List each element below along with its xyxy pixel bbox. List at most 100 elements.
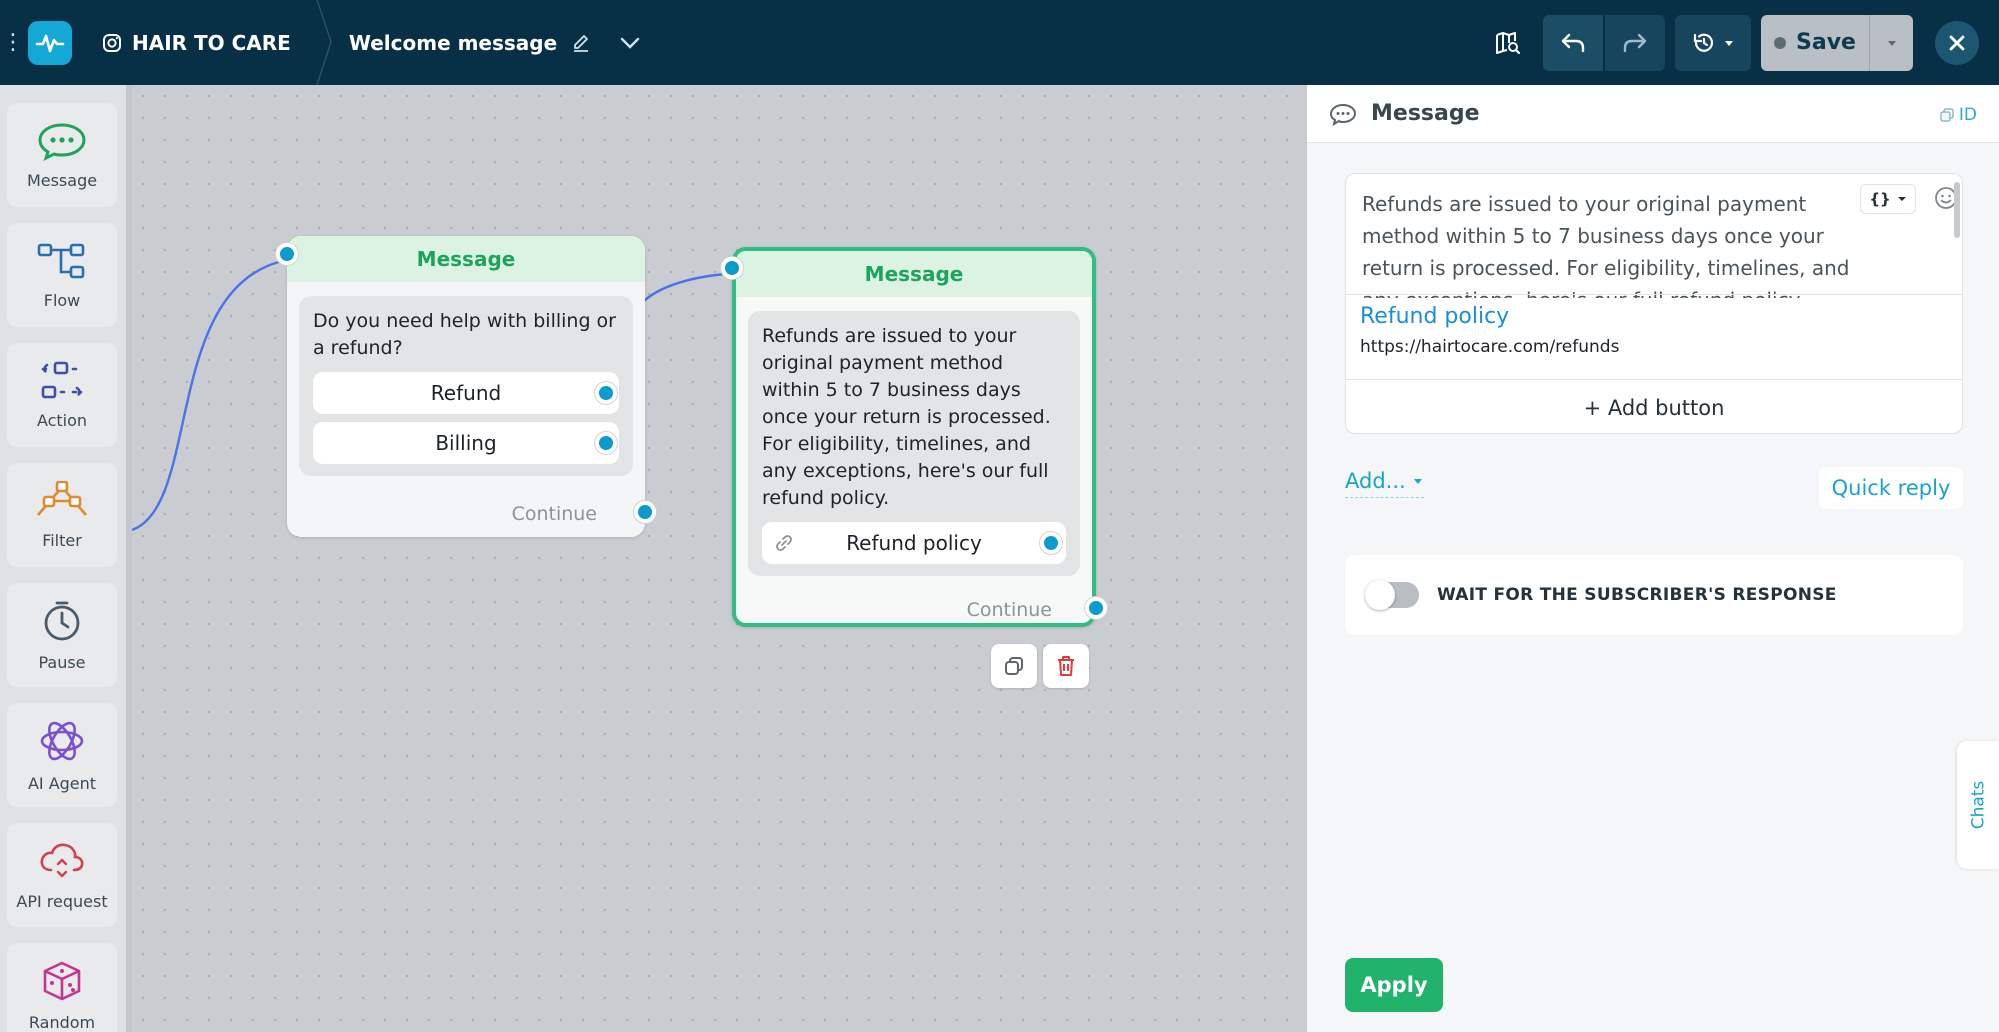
map-search-icon: [1496, 31, 1521, 54]
chats-side-tab[interactable]: Chats: [1957, 741, 1999, 869]
clock-icon: [44, 601, 80, 640]
caret-down-icon: [1725, 40, 1733, 46]
tool-api-request[interactable]: API request: [7, 823, 117, 927]
node-title: Message: [736, 251, 1092, 297]
insert-variable-button[interactable]: {}: [1860, 184, 1916, 214]
api-cloud-icon: [40, 843, 84, 877]
account-breadcrumb[interactable]: HAIR TO CARE: [102, 31, 291, 55]
toggle-knob: [1365, 580, 1395, 610]
node-button-refund[interactable]: Refund: [313, 372, 619, 414]
continue-output-port[interactable]: [1085, 597, 1107, 619]
caret-down-icon: [1897, 197, 1906, 201]
panel-title: Message: [1371, 101, 1480, 126]
node-title: Message: [287, 236, 645, 282]
message-node-refund-info[interactable]: Message Refunds are issued to your origi…: [721, 247, 1107, 627]
history-icon: [1693, 33, 1714, 52]
action-icon: [41, 361, 83, 398]
add-label: Add...: [1345, 469, 1406, 493]
chevron-down-icon[interactable]: [619, 36, 641, 50]
input-port[interactable]: [721, 257, 743, 279]
save-options-button[interactable]: [1869, 14, 1913, 71]
output-port[interactable]: [1040, 532, 1062, 554]
tool-ai-agent[interactable]: AI Agent: [7, 703, 117, 807]
flow-title: Welcome message: [349, 31, 641, 55]
connection-line-incoming: [132, 258, 288, 532]
tool-label: Action: [36, 410, 88, 430]
copy-id-button[interactable]: ID: [1939, 105, 1977, 125]
save-button[interactable]: Save: [1761, 15, 1869, 71]
copy-icon: [1005, 657, 1023, 675]
account-name: HAIR TO CARE: [132, 30, 291, 55]
trash-icon: [1058, 656, 1074, 676]
chat-bubble-icon: [1329, 103, 1357, 126]
edit-pencil-icon[interactable]: [571, 33, 591, 53]
caret-down-icon: [1887, 40, 1896, 46]
tool-random[interactable]: Random: [7, 943, 117, 1032]
tool-label: AI Agent: [27, 773, 97, 793]
continue-label: Continue: [966, 599, 1052, 621]
node-button-refund-policy[interactable]: Refund policy: [762, 522, 1066, 564]
apply-button[interactable]: Apply: [1345, 958, 1443, 1012]
tool-action[interactable]: Action: [7, 343, 117, 447]
node-quick-actions: [991, 644, 1089, 688]
editor-scrollbar[interactable]: [1954, 182, 1960, 238]
block-toolbar: Message Flow Action Filter Pause AI Agen…: [0, 85, 132, 1032]
duplicate-button[interactable]: [991, 644, 1037, 688]
save-button-group: Save: [1761, 14, 1913, 71]
wait-response-label: WAIT FOR THE SUBSCRIBER'S RESPONSE: [1437, 585, 1837, 605]
tool-label: Pause: [38, 652, 86, 672]
history-button[interactable]: [1675, 14, 1751, 71]
tool-label: API request: [16, 891, 108, 911]
node-button-billing[interactable]: Billing: [313, 422, 619, 464]
add-content-dropdown[interactable]: Add...: [1345, 469, 1424, 498]
redo-button[interactable]: [1605, 14, 1665, 71]
url-button-title[interactable]: Refund policy: [1360, 304, 1509, 329]
connection-wires: [132, 258, 737, 532]
map-search-button[interactable]: [1483, 15, 1533, 71]
flow-title-text: Welcome message: [348, 30, 558, 55]
continue-output-port[interactable]: [634, 501, 656, 523]
node-message-bubble: Refunds are issued to your original paym…: [748, 311, 1080, 576]
output-port[interactable]: [595, 382, 617, 404]
button-label: Refund policy: [846, 530, 982, 555]
tool-label: Random: [28, 1012, 96, 1032]
tool-message[interactable]: Message: [7, 103, 117, 207]
instagram-icon: [103, 33, 121, 52]
quick-reply-button[interactable]: Quick reply: [1819, 467, 1963, 509]
flow-canvas[interactable]: Message Do you need help with billing or…: [132, 85, 1307, 1032]
id-label: ID: [1958, 105, 1977, 125]
tool-label: Filter: [42, 530, 82, 550]
app-logo[interactable]: [28, 20, 72, 65]
undo-button[interactable]: [1543, 14, 1603, 71]
wait-response-toggle[interactable]: [1365, 580, 1419, 610]
node-message-bubble: Do you need help with billing or a refun…: [299, 296, 633, 476]
dice-icon: [43, 961, 81, 1000]
tool-pause[interactable]: Pause: [7, 583, 117, 687]
breadcrumb-separator: [316, 0, 332, 85]
save-label: Save: [1796, 30, 1856, 55]
button-label: Billing: [435, 430, 497, 455]
tool-flow[interactable]: Flow: [7, 223, 117, 327]
link-icon: [776, 535, 792, 551]
tool-filter[interactable]: Filter: [7, 463, 117, 567]
delete-button[interactable]: [1043, 644, 1089, 688]
variable-label: {}: [1869, 190, 1891, 208]
filter-icon: [37, 480, 87, 516]
chat-bubble-icon: [38, 122, 86, 161]
output-port[interactable]: [595, 432, 617, 454]
close-button[interactable]: [1935, 20, 1979, 65]
more-menu-icon[interactable]: ⋮: [2, 31, 24, 54]
copy-icon: [1940, 108, 1954, 122]
button-label: Refund: [430, 380, 502, 405]
message-node-question[interactable]: Message Do you need help with billing or…: [276, 236, 656, 537]
input-port[interactable]: [276, 243, 298, 265]
url-button-url: https://hairtocare.com/refunds: [1360, 337, 1620, 357]
continue-label: Continue: [511, 503, 597, 525]
message-textarea[interactable]: Refunds are issued to your original paym…: [1362, 188, 1862, 298]
tool-label: Message: [26, 170, 98, 190]
wait-response-card: WAIT FOR THE SUBSCRIBER'S RESPONSE: [1345, 555, 1963, 635]
top-bar: ⋮ HAIR TO CARE Welcome message Save: [0, 0, 1999, 85]
add-button[interactable]: + Add button: [1346, 379, 1962, 433]
tool-label: Flow: [43, 290, 81, 310]
undo-icon: [1561, 33, 1585, 52]
